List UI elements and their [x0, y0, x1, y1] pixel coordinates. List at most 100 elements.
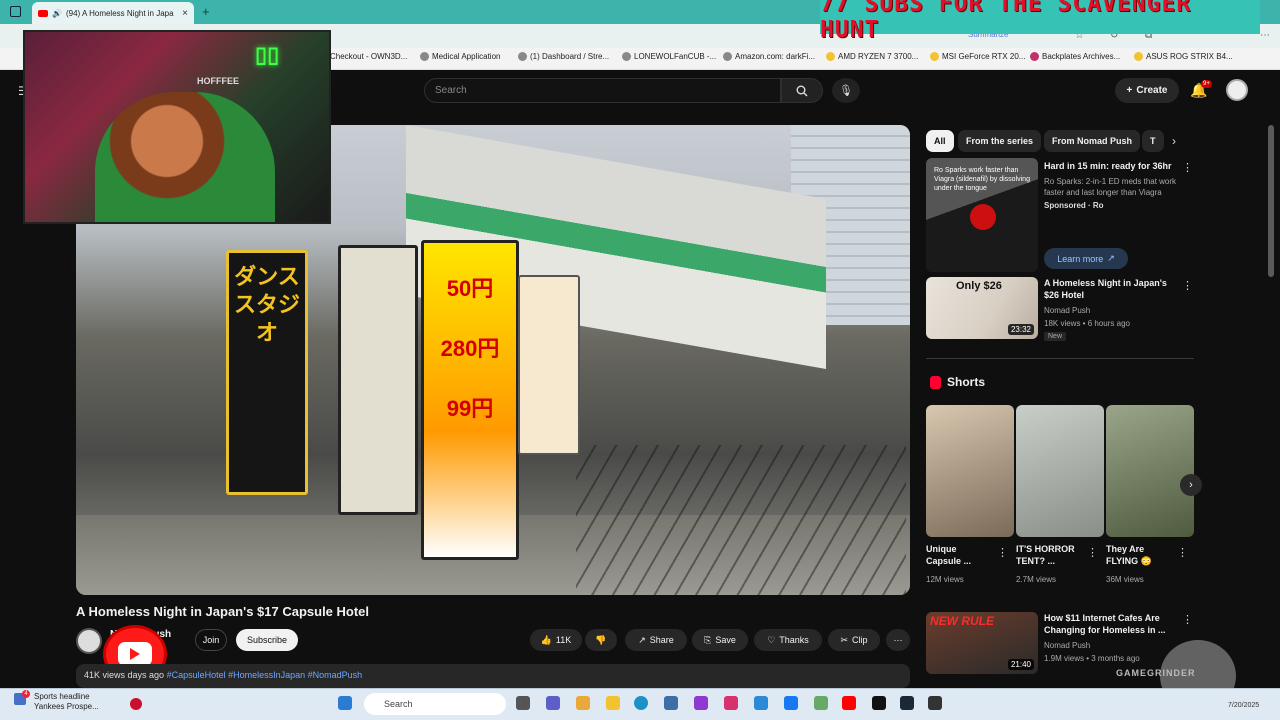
rec-video-more-icon[interactable]: ⋮: [1182, 613, 1193, 626]
section-divider: [926, 358, 1194, 359]
streamer-image: [95, 92, 275, 222]
screen: 🔊 (94) A Homeless Night in Japa × + Summ…: [0, 0, 1280, 720]
more-actions-button[interactable]: ⋯: [886, 629, 910, 651]
bookmark-item[interactable]: Checkout - OWN3D...: [330, 52, 407, 61]
voice-search-button[interactable]: 🎙: [832, 78, 860, 103]
join-button[interactable]: Join: [195, 629, 227, 651]
news-widget[interactable]: Sports headline Yankees Prospe...: [34, 692, 99, 712]
new-tab-button[interactable]: +: [202, 4, 210, 19]
duration-badge: 21:40: [1007, 659, 1034, 670]
ad-thumbnail[interactable]: Ro Sparks work faster than Viagra (silde…: [926, 158, 1038, 272]
short-views: 2.7M views: [1016, 575, 1057, 584]
page-scrollbar[interactable]: [1268, 125, 1274, 277]
create-button[interactable]: + Create: [1115, 78, 1179, 103]
shorts-next-button[interactable]: ›: [1180, 474, 1202, 496]
chip-more[interactable]: T: [1142, 130, 1164, 152]
account-avatar[interactable]: [1226, 79, 1248, 101]
taskbar-search[interactable]: Search: [364, 693, 506, 715]
like-button[interactable]: 👍 11K: [530, 629, 582, 651]
notification-count-badge: 9+: [1201, 80, 1212, 88]
hashtags[interactable]: #CapsuleHotel #HomelessInJapan #NomadPus…: [167, 670, 363, 680]
folder-icon: [930, 52, 939, 61]
bookmark-item[interactable]: LONEWOLFanCUB -...: [622, 52, 716, 61]
rec-video-channel[interactable]: Nomad Push: [1044, 640, 1090, 651]
clip-button[interactable]: ✂ Clip: [828, 629, 880, 651]
thanks-button[interactable]: ♡ Thanks: [754, 629, 822, 651]
app-icon[interactable]: [754, 696, 768, 710]
channel-avatar[interactable]: [76, 628, 102, 654]
youtube-favicon-icon: [38, 9, 48, 17]
ad-description: Ro Sparks: 2-in-1 ED meds that work fast…: [1044, 177, 1177, 197]
scissors-icon: ✂: [840, 634, 849, 645]
task-view-icon[interactable]: [516, 696, 530, 710]
rec-video-title[interactable]: How $11 Internet Cafes Are Changing for …: [1044, 612, 1174, 636]
rec-video-more-icon[interactable]: ⋮: [1182, 279, 1193, 292]
learn-more-button[interactable]: Learn more ↗: [1044, 248, 1128, 269]
ad-title[interactable]: Hard in 15 min: ready for 36hr: [1044, 160, 1184, 172]
search-input[interactable]: Search: [424, 78, 781, 103]
description-box[interactable]: 41K views days ago #CapsuleHotel #Homele…: [76, 664, 910, 688]
short-thumbnail[interactable]: [1016, 405, 1104, 537]
news-badge: 4: [22, 690, 30, 698]
more-icon: ⋯: [893, 634, 903, 645]
chevron-right-icon: ›: [1189, 479, 1193, 491]
watermark-text: GAMEGRINDER: [1116, 668, 1196, 678]
app-icon[interactable]: [814, 696, 828, 710]
bookmark-item[interactable]: ASUS ROG STRIX B4...: [1134, 52, 1233, 61]
dislike-button[interactable]: 👎: [585, 629, 617, 651]
chip-from-series[interactable]: From the series: [958, 130, 1042, 152]
neon-sign-icon: ▯▯: [255, 42, 280, 67]
short-title[interactable]: IT'S HORROR TENT? ...: [1016, 543, 1082, 567]
amazon-icon: [723, 52, 732, 61]
short-title[interactable]: Unique Capsule ...: [926, 543, 992, 567]
create-label: Create: [1136, 85, 1168, 96]
browser-tab-youtube[interactable]: 🔊 (94) A Homeless Night in Japa ×: [32, 2, 194, 24]
teams-icon[interactable]: [546, 696, 560, 710]
video-sign-dance-studio: ダンススタジオ: [226, 250, 308, 495]
edge-icon[interactable]: [634, 696, 648, 710]
speaker-icon[interactable]: 🔊: [52, 9, 62, 18]
subscribe-button[interactable]: Subscribe: [236, 629, 298, 651]
windows-start-icon[interactable]: [338, 696, 352, 710]
chip-from-channel[interactable]: From Nomad Push: [1044, 130, 1141, 152]
short-title[interactable]: They Are FLYING 😳: [1106, 543, 1172, 567]
short-thumbnail[interactable]: [1106, 405, 1194, 537]
chevron-right-icon[interactable]: ›: [1172, 134, 1176, 148]
subs-goal-banner: 77 SUBS FOR THE SCAVENGER HUNT: [820, 0, 1260, 43]
rec-video-channel[interactable]: Nomad Push: [1044, 305, 1090, 316]
bookmark-favicon-icon: [1030, 52, 1039, 61]
thumbs-down-icon: 👎: [595, 634, 607, 645]
rec-video-thumbnail[interactable]: NEW RULE 21:40: [926, 612, 1038, 674]
bookmark-item[interactable]: Amazon.com: darkFi...: [723, 52, 815, 61]
youtube-icon[interactable]: [842, 696, 856, 710]
instagram-icon[interactable]: [724, 696, 738, 710]
file-explorer-icon[interactable]: [606, 696, 620, 710]
app-icon[interactable]: [694, 696, 708, 710]
copilot-icon[interactable]: [576, 696, 590, 710]
short-more-icon[interactable]: ⋮: [1087, 546, 1098, 559]
close-tab-icon[interactable]: ×: [182, 8, 188, 19]
system-date: 7/20/2025: [1228, 702, 1260, 709]
tab-actions-icon[interactable]: [10, 6, 21, 17]
bookmark-item[interactable]: (1) Dashboard / Stre...: [518, 52, 609, 61]
rec-video-title[interactable]: A Homeless Night in Japan's $26 Hotel: [1044, 277, 1174, 301]
store-icon[interactable]: [664, 696, 678, 710]
share-button[interactable]: ↗ Share: [625, 629, 687, 651]
more-options-icon[interactable]: ⋯: [1260, 30, 1270, 41]
short-more-icon[interactable]: ⋮: [997, 546, 1008, 559]
netflix-icon[interactable]: [872, 696, 886, 710]
app-icon[interactable]: [928, 696, 942, 710]
steam-icon[interactable]: [900, 696, 914, 710]
ad-more-icon[interactable]: ⋮: [1182, 161, 1193, 174]
bookmark-item[interactable]: MSI GeForce RTX 20...: [930, 52, 1025, 61]
bookmark-item[interactable]: Medical Application: [420, 52, 500, 61]
bookmark-item[interactable]: Backplates Archives...: [1030, 52, 1120, 61]
bookmark-item[interactable]: AMD RYZEN 7 3700...: [826, 52, 918, 61]
save-button[interactable]: ⎘ Save: [692, 629, 748, 651]
rec-video-thumbnail[interactable]: Only $26 23:32: [926, 277, 1038, 339]
facebook-icon[interactable]: [784, 696, 798, 710]
search-button[interactable]: [781, 78, 823, 103]
chip-all[interactable]: All: [926, 130, 954, 152]
short-more-icon[interactable]: ⋮: [1177, 546, 1188, 559]
short-thumbnail[interactable]: [926, 405, 1014, 537]
